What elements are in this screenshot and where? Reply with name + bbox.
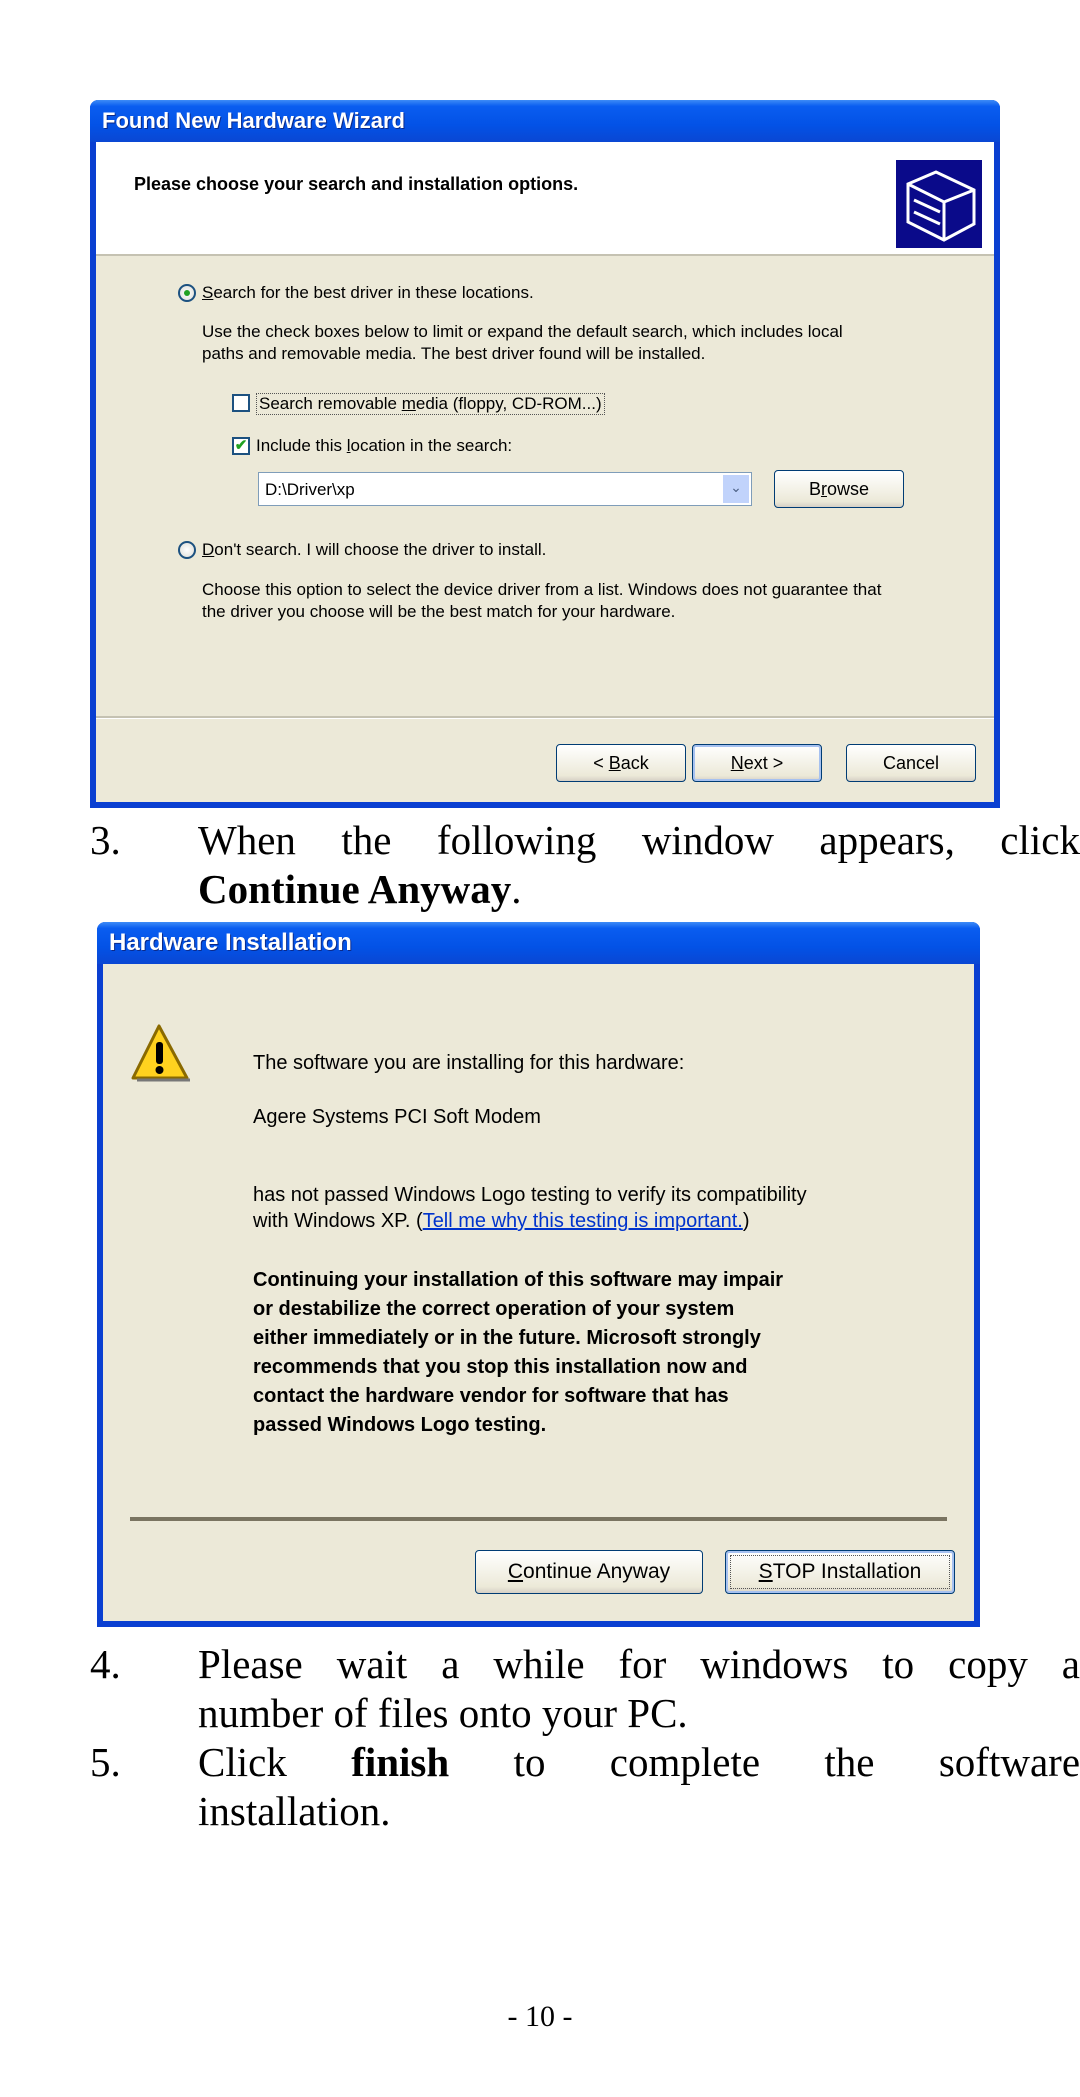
footer-separator [96, 716, 994, 719]
why-testing-link[interactable]: Tell me why this testing is important. [423, 1210, 743, 1232]
search-radio[interactable] [178, 284, 196, 302]
logo-test-text-line2: with Windows XP. (Tell me why this testi… [253, 1210, 750, 1232]
include-location-label[interactable]: Include this location in the search: [256, 436, 512, 456]
wizard-header: Please choose your search and installati… [96, 142, 994, 256]
removable-media-checkbox[interactable] [232, 394, 250, 412]
include-location-checkbox[interactable]: ✔ [232, 437, 250, 455]
location-value: D:\Driver\xp [265, 480, 355, 499]
step-3-text-line2: Continue Anyway. [198, 866, 522, 912]
search-description-line1: Use the check boxes below to limit or ex… [202, 322, 843, 341]
warning-icon [129, 1022, 193, 1084]
intro-text: The software you are installing for this… [253, 1052, 685, 1074]
removable-media-label[interactable]: Search removable media (floppy, CD-ROM..… [256, 393, 605, 415]
hardware-installation-dialog: Hardware Installation The software you a… [97, 922, 980, 1627]
dont-search-label[interactable]: Don't search. I will choose the driver t… [202, 540, 546, 560]
hardware-icon [896, 160, 982, 248]
step-4-text-line1: Please wait a while for windows to copy … [198, 1641, 1080, 1687]
dont-search-description-line2: the driver you choose will be the best m… [202, 602, 676, 621]
browse-button[interactable]: Browse [774, 470, 904, 508]
chevron-down-icon[interactable]: ⌄ [723, 475, 749, 503]
step-3-text-line1: When the following window appears, click [198, 817, 1080, 863]
warning-text: Continuing your installation of this sof… [253, 1269, 784, 1436]
search-description-line2: paths and removable media. The best driv… [202, 344, 706, 363]
page-number: - 10 - [507, 2000, 573, 2033]
continue-anyway-button[interactable]: Continue Anyway [475, 1550, 703, 1594]
dont-search-radio[interactable] [178, 541, 196, 559]
wizard-title-bar[interactable]: Found New Hardware Wizard [90, 100, 1000, 142]
step-5-number: 5. [90, 1739, 121, 1785]
step-5-text-line1: Click finish to complete the software [198, 1739, 1080, 1785]
search-radio-label[interactable]: Search for the best driver in these loca… [202, 283, 534, 303]
next-button[interactable]: Next > [692, 744, 822, 782]
location-combobox[interactable]: D:\Driver\xp ⌄ [258, 472, 752, 506]
cancel-button[interactable]: Cancel [846, 744, 976, 782]
logo-test-text-line1: has not passed Windows Logo testing to v… [253, 1184, 807, 1206]
footer-separator [130, 1517, 947, 1521]
step-4-number: 4. [90, 1641, 121, 1687]
back-button[interactable]: < Back [556, 744, 686, 782]
hardware-title-bar[interactable]: Hardware Installation [97, 922, 980, 964]
step-3-number: 3. [90, 817, 121, 863]
device-name: Agere Systems PCI Soft Modem [253, 1106, 541, 1128]
found-new-hardware-wizard: Found New Hardware Wizard Please choose … [90, 100, 1000, 808]
step-5-text-line2: installation. [198, 1788, 391, 1834]
dont-search-description-line1: Choose this option to select the device … [202, 580, 882, 599]
stop-installation-button[interactable]: STOP Installation [725, 1550, 955, 1594]
wizard-header-title: Please choose your search and installati… [134, 174, 579, 194]
step-4-text-line2: number of files onto your PC. [198, 1690, 688, 1736]
